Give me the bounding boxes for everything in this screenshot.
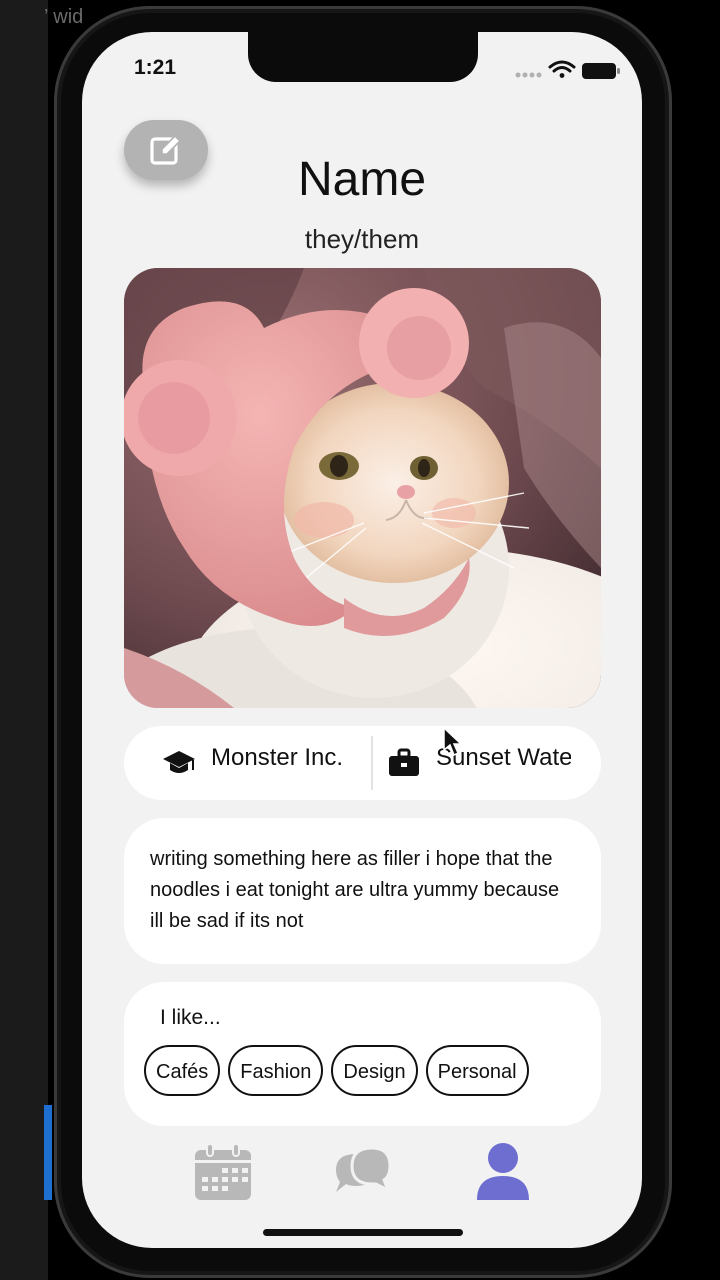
tag-row: Cafés Fashion Design Personal: [144, 1045, 579, 1096]
school-label: Monster Inc.: [211, 744, 344, 771]
home-indicator: [263, 1229, 463, 1236]
briefcase-icon: [389, 748, 419, 776]
cellular-signal-icon: [515, 72, 542, 78]
cat-photo: [124, 268, 601, 708]
tags-scroll[interactable]: Cafés Fashion Design Personal: [144, 1045, 579, 1105]
tag-chip[interactable]: Personal: [425, 1045, 529, 1096]
profile-icon: [477, 1143, 529, 1200]
tab-bar: [82, 1136, 642, 1216]
mouse-cursor-icon: [443, 726, 462, 757]
desktop-window-text: ’ wid: [44, 6, 84, 28]
likes-card: I like... Cafés Fashion Design Personal: [124, 982, 601, 1126]
bio-text: writing something here as filler i hope …: [150, 848, 560, 932]
tab-chat[interactable]: [332, 1144, 392, 1206]
status-time: 1:21: [134, 56, 177, 79]
desktop-accent-bar: [44, 1105, 52, 1200]
info-card: Monster Inc. Sunset Water: [124, 726, 601, 800]
tag-chip[interactable]: Cafés: [144, 1045, 221, 1096]
phone-screen: 1:21 Name they/them Monster Inc. Sunset …: [82, 32, 642, 1248]
chat-bubbles-icon: [336, 1146, 392, 1194]
profile-pronouns: they/them: [304, 224, 420, 254]
status-icons: [514, 58, 624, 82]
tag-chip[interactable]: Fashion: [228, 1045, 324, 1096]
profile-photo[interactable]: [124, 268, 601, 708]
wifi-icon: [548, 60, 576, 78]
calendar-icon: [195, 1143, 251, 1200]
battery-icon: [582, 63, 620, 79]
notch: [248, 32, 478, 82]
tab-profile[interactable]: [475, 1142, 531, 1206]
bio-card: writing something here as filler i hope …: [124, 818, 601, 964]
tab-calendar[interactable]: [193, 1143, 253, 1206]
tag-chip[interactable]: Design: [331, 1045, 418, 1096]
signal-wifi-battery-icons: [515, 60, 620, 79]
info-divider: [371, 736, 373, 790]
likes-heading: I like...: [160, 1006, 221, 1029]
graduation-cap-icon: [163, 751, 195, 773]
desktop-background: [0, 0, 48, 1280]
profile-name: Name: [297, 153, 427, 206]
